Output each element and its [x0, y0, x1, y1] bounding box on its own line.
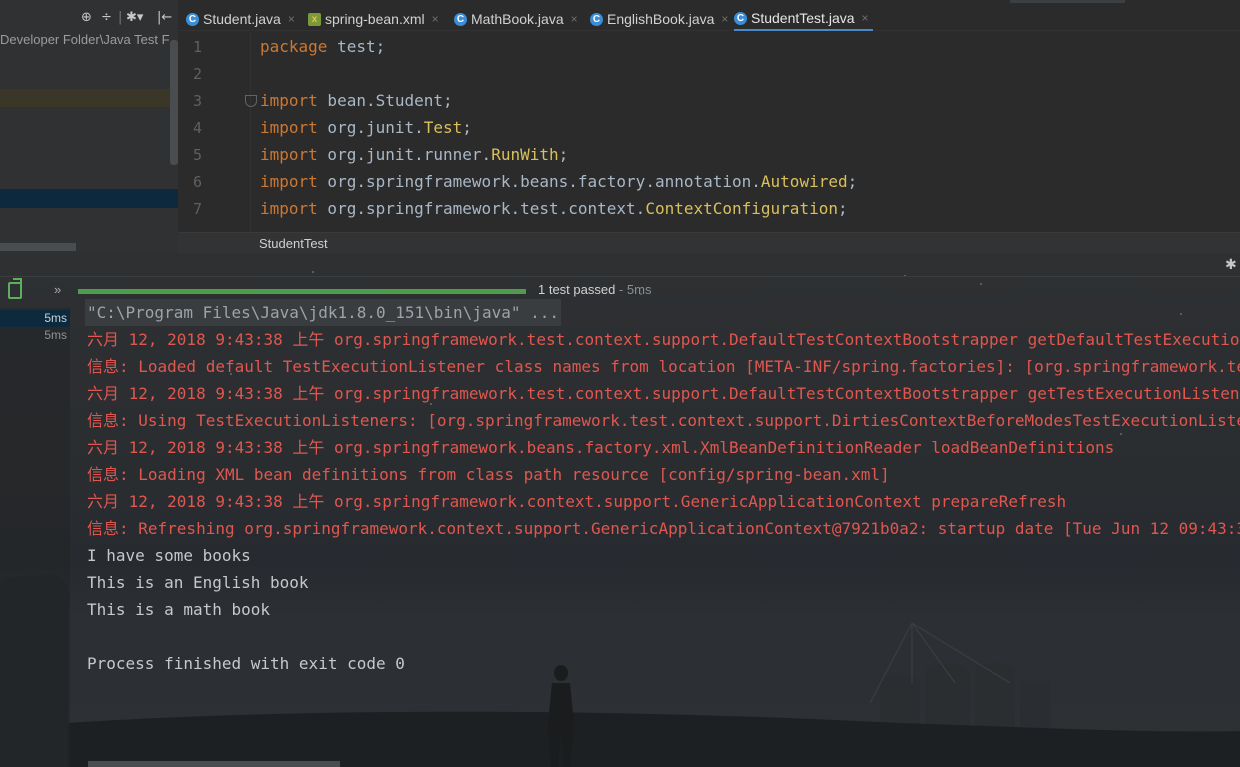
tab-englishbook-java[interactable]: C EnglishBook.java × — [590, 7, 728, 31]
line-number-gutter: 1 2 3 4 5 6 7 — [178, 32, 240, 232]
tab-spring-bean-xml[interactable]: x spring-bean.xml × — [308, 7, 439, 31]
console-line-err: 信息: Loading XML bean definitions from cl… — [87, 465, 890, 484]
test-progress-bar — [78, 289, 526, 294]
code-line: package test; — [260, 37, 386, 56]
tab-student-java[interactable]: C Student.java × — [186, 7, 295, 31]
line-number: 1 — [192, 38, 202, 56]
line-number: 7 — [192, 200, 202, 218]
more-actions-chevron-icon[interactable]: » — [54, 282, 61, 297]
console-line-err: 信息: Refreshing org.springframework.conte… — [87, 519, 1240, 538]
code-line: import bean.Student; — [260, 91, 453, 110]
close-icon[interactable]: × — [288, 12, 295, 26]
close-icon[interactable]: × — [571, 12, 578, 26]
tab-studenttest-java[interactable]: C StudentTest.java × — [734, 7, 873, 31]
class-icon: C — [186, 12, 199, 26]
project-scrollbar-vertical[interactable] — [170, 40, 178, 165]
console-line-err: 信息: Using TestExecutionListeners: [org.s… — [87, 411, 1240, 430]
console-line-err: 六月 12, 2018 9:43:38 上午 org.springframewo… — [87, 438, 1115, 457]
run-header: ✱ — [0, 253, 1240, 277]
class-icon: C — [454, 12, 467, 26]
project-toolbar: ⊕ ÷ | ✱▾ |← — [81, 10, 173, 25]
fold-icon[interactable] — [245, 95, 257, 107]
close-icon[interactable]: × — [862, 11, 869, 25]
close-icon[interactable]: × — [432, 12, 439, 26]
project-scrollbar-horizontal[interactable] — [0, 243, 76, 251]
console-line-out: This is a math book — [87, 600, 271, 619]
settings-gear-icon[interactable]: ✱ — [1225, 256, 1237, 273]
console-line-out: This is an English book — [87, 573, 309, 592]
console-line-err: 信息: Loaded default TestExecutionListener… — [87, 357, 1240, 376]
class-icon: C — [734, 11, 747, 25]
line-number: 4 — [192, 119, 202, 137]
console-line-err: 六月 12, 2018 9:43:38 上午 org.springframewo… — [87, 330, 1240, 349]
tab-mathbook-java[interactable]: C MathBook.java × — [454, 7, 578, 31]
tab-label: EnglishBook.java — [607, 11, 715, 27]
star-dot — [1180, 313, 1182, 315]
editor-tab-bar: C Student.java × x spring-bean.xml × C M… — [178, 7, 1240, 31]
line-number: 5 — [192, 146, 202, 164]
code-line: import org.junit.Test; — [260, 118, 472, 137]
xml-icon: x — [308, 12, 321, 26]
line-number: 6 — [192, 173, 202, 191]
target-icon[interactable]: ⊕ — [81, 10, 92, 25]
console-line-out: Process finished with exit code 0 — [87, 654, 405, 673]
gear-icon[interactable]: ✱▾ — [126, 10, 143, 25]
test-results-tree: 5ms 5ms — [0, 308, 70, 767]
code-line: import org.springframework.beans.factory… — [260, 172, 858, 191]
tab-label: StudentTest.java — [751, 10, 855, 26]
close-icon[interactable]: × — [721, 12, 728, 26]
console-line-cmd: "C:\Program Files\Java\jdk1.8.0_151\bin\… — [85, 299, 562, 326]
project-tool-window: ⊕ ÷ | ✱▾ |← Developer Folder\Java Test F… — [0, 0, 178, 253]
breadcrumb-class[interactable]: StudentTest — [259, 236, 328, 251]
line-number: 2 — [192, 65, 202, 83]
tab-label: spring-bean.xml — [325, 11, 425, 27]
project-path[interactable]: Developer Folder\Java Test Fo — [0, 32, 170, 50]
test-status-text: 1 test passed - 5ms — [538, 282, 652, 297]
tab-label: Student.java — [203, 11, 281, 27]
project-tree-row-highlighted[interactable] — [0, 89, 170, 107]
test-progress-fill — [78, 289, 526, 294]
code-line: import org.junit.runner.RunWith; — [260, 145, 569, 164]
collapse-icon[interactable]: ÷ — [101, 10, 112, 25]
console-line-err: 六月 12, 2018 9:43:38 上午 org.springframewo… — [87, 384, 1240, 403]
gutter-separator — [250, 32, 251, 232]
console-line-out: I have some books — [87, 546, 251, 565]
tab-label: MathBook.java — [471, 11, 564, 27]
line-number: 3 — [192, 92, 202, 110]
class-icon: C — [590, 12, 603, 26]
window-top-strip — [1010, 0, 1125, 3]
test-tree-row-selected[interactable]: 5ms — [0, 310, 70, 327]
hide-icon[interactable]: |← — [157, 10, 172, 25]
breadcrumb: StudentTest — [178, 232, 1240, 253]
export-results-icon[interactable] — [8, 278, 22, 299]
code-editor[interactable]: 1 2 3 4 5 6 7 package test; import bean.… — [178, 32, 1240, 253]
run-tool-window: ✱ » 1 test passed - 5ms 5ms 5ms "C:\Prog… — [0, 253, 1240, 767]
console-line-err: 六月 12, 2018 9:43:38 上午 org.springframewo… — [87, 492, 1067, 511]
code-line: import org.springframework.test.context.… — [260, 199, 848, 218]
project-tree-row-selected[interactable] — [0, 189, 178, 208]
